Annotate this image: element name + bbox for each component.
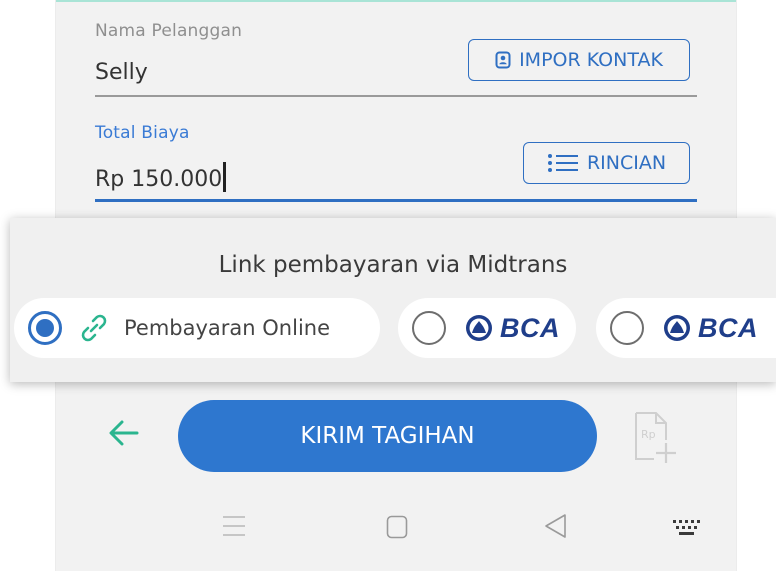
home-nav-button[interactable] — [386, 515, 408, 543]
details-button[interactable]: RINCIAN — [523, 142, 690, 184]
arrow-left-icon — [109, 420, 139, 446]
import-contact-label: IMPOR KONTAK — [519, 49, 663, 71]
customer-name-underline — [95, 95, 697, 97]
customer-name-input[interactable]: Selly — [95, 60, 148, 85]
list-icon — [547, 154, 578, 172]
add-invoice-button[interactable]: Rp — [632, 410, 678, 468]
link-icon — [81, 314, 107, 342]
payment-option-online[interactable]: Pembayaran Online — [14, 298, 380, 358]
payment-method-sheet: Link pembayaran via Midtrans Pembayaran … — [10, 218, 776, 382]
payment-option-bca-2[interactable]: BCA — [596, 298, 776, 358]
bca-label: BCA — [698, 312, 758, 343]
text-caret — [223, 162, 227, 192]
menu-nav-button[interactable] — [222, 515, 246, 541]
radio-selected[interactable] — [28, 311, 62, 345]
bca-label: BCA — [500, 312, 560, 343]
customer-name-label: Nama Pelanggan — [95, 21, 243, 41]
back-icon — [545, 514, 566, 538]
bca-logo-icon — [664, 315, 690, 341]
send-invoice-label: KIRIM TAGIHAN — [300, 423, 475, 449]
details-label: RINCIAN — [586, 152, 667, 174]
import-contact-button[interactable]: IMPOR KONTAK — [468, 39, 690, 81]
bca-logo-icon — [466, 315, 492, 341]
payment-option-online-label: Pembayaran Online — [124, 316, 331, 340]
menu-icon — [223, 516, 245, 536]
contact-book-icon — [495, 51, 511, 69]
keyboard-nav-button[interactable] — [671, 517, 705, 543]
keyboard-icon — [673, 520, 700, 535]
total-cost-label: Total Biaya — [95, 123, 190, 143]
radio-unselected[interactable] — [610, 311, 644, 345]
svg-text:Rp: Rp — [641, 428, 656, 441]
home-icon — [386, 515, 408, 539]
total-cost-underline — [95, 199, 697, 202]
add-invoice-icon: Rp — [635, 412, 676, 463]
send-invoice-button[interactable]: KIRIM TAGIHAN — [178, 400, 597, 472]
payment-option-bca-1[interactable]: BCA — [398, 298, 576, 358]
radio-unselected[interactable] — [412, 311, 446, 345]
payment-sheet-title: Link pembayaran via Midtrans — [218, 252, 568, 278]
total-cost-input[interactable]: Rp 150.000 — [95, 162, 227, 192]
back-button[interactable] — [106, 415, 142, 455]
total-cost-value: Rp 150.000 — [95, 167, 223, 192]
back-nav-button[interactable] — [543, 513, 569, 543]
